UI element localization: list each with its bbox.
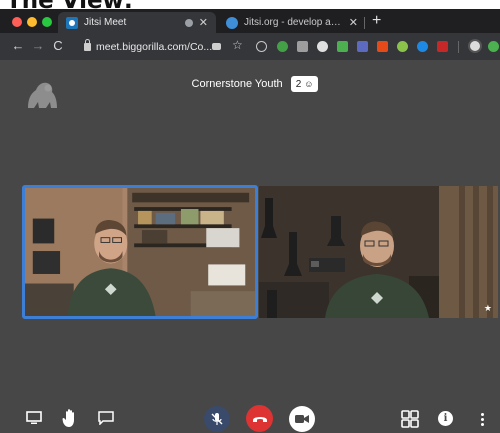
reload-button[interactable]: C [50, 38, 66, 54]
extension-icon[interactable] [417, 41, 428, 52]
info-icon[interactable]: i [438, 411, 453, 426]
video-feed-right [259, 186, 498, 318]
lock-icon[interactable] [84, 38, 91, 51]
new-tab-button[interactable]: + [372, 12, 381, 30]
back-button[interactable]: ← [10, 38, 26, 54]
profile-avatar-icon[interactable] [468, 39, 482, 53]
mic-muted-icon[interactable] [204, 406, 230, 432]
participant-count-badge[interactable]: 2 ☺ [290, 76, 319, 92]
raise-hand-icon[interactable] [62, 408, 80, 428]
jitsi-favicon-icon [66, 16, 78, 29]
extension-icon[interactable] [337, 41, 348, 52]
tab-close-icon[interactable]: ✕ [349, 16, 358, 29]
screen-share-icon[interactable] [26, 411, 42, 425]
tile-pin-star-icon[interactable]: ★ [484, 303, 492, 314]
extension-pocket-icon[interactable] [256, 41, 267, 52]
camera-icon[interactable] [289, 406, 315, 432]
forward-button[interactable]: → [30, 38, 46, 54]
video-tile-remote[interactable]: ★ [259, 186, 498, 318]
tab-title: Jitsi.org - develop and deploy fu [244, 17, 343, 28]
extension-icon[interactable] [488, 41, 499, 52]
extension-evernote-icon[interactable] [277, 41, 288, 52]
meeting-toolbar: i [0, 405, 500, 433]
more-icon[interactable] [478, 411, 486, 427]
participants-icon: ☺ [304, 79, 314, 89]
toolbar-divider [458, 41, 459, 53]
browser-tab-bar: Jitsi Meet ✕ Jitsi.org - develop and dep… [0, 9, 500, 33]
window-maximize-icon[interactable] [42, 17, 52, 27]
video-feed-left [25, 188, 255, 316]
url-text: meet.biggorilla.com/Co... [96, 40, 213, 53]
chat-icon[interactable] [98, 411, 114, 425]
extension-icon[interactable] [297, 41, 308, 52]
extension-icon[interactable] [397, 41, 408, 52]
hangup-icon[interactable] [246, 405, 273, 432]
extension-icon[interactable] [317, 41, 328, 52]
window-close-icon[interactable] [12, 17, 22, 27]
room-name: Cornerstone Youth [191, 78, 283, 90]
tab-divider [364, 17, 365, 29]
participant-count: 2 [295, 78, 302, 90]
extension-icon[interactable] [357, 41, 368, 52]
browser-tab-jitsi-meet[interactable]: Jitsi Meet ✕ [58, 12, 216, 33]
tile-view-icon[interactable] [401, 410, 419, 428]
camera-indicator-icon[interactable] [212, 43, 221, 50]
window-minimize-icon[interactable] [27, 17, 37, 27]
room-header: Cornerstone Youth 2 ☺ [0, 76, 500, 92]
meeting-area: Cornerstone Youth 2 ☺ ★ i [0, 60, 500, 433]
tab-title: Jitsi Meet [84, 17, 127, 28]
bookmark-star-icon[interactable]: ☆ [232, 38, 243, 52]
browser-toolbar: ← → C meet.biggorilla.com/Co... ☆ [0, 33, 500, 60]
tab-audio-icon[interactable] [184, 18, 193, 27]
jitsi-org-favicon-icon [226, 16, 238, 29]
video-tile-local[interactable] [22, 185, 258, 319]
extension-icon[interactable] [437, 41, 448, 52]
browser-tab-jitsi-org[interactable]: Jitsi.org - develop and deploy fu ✕ [218, 12, 366, 33]
address-bar[interactable]: meet.biggorilla.com/Co... [80, 37, 256, 56]
tab-close-icon[interactable]: ✕ [199, 16, 208, 29]
extension-icon[interactable] [377, 41, 388, 52]
